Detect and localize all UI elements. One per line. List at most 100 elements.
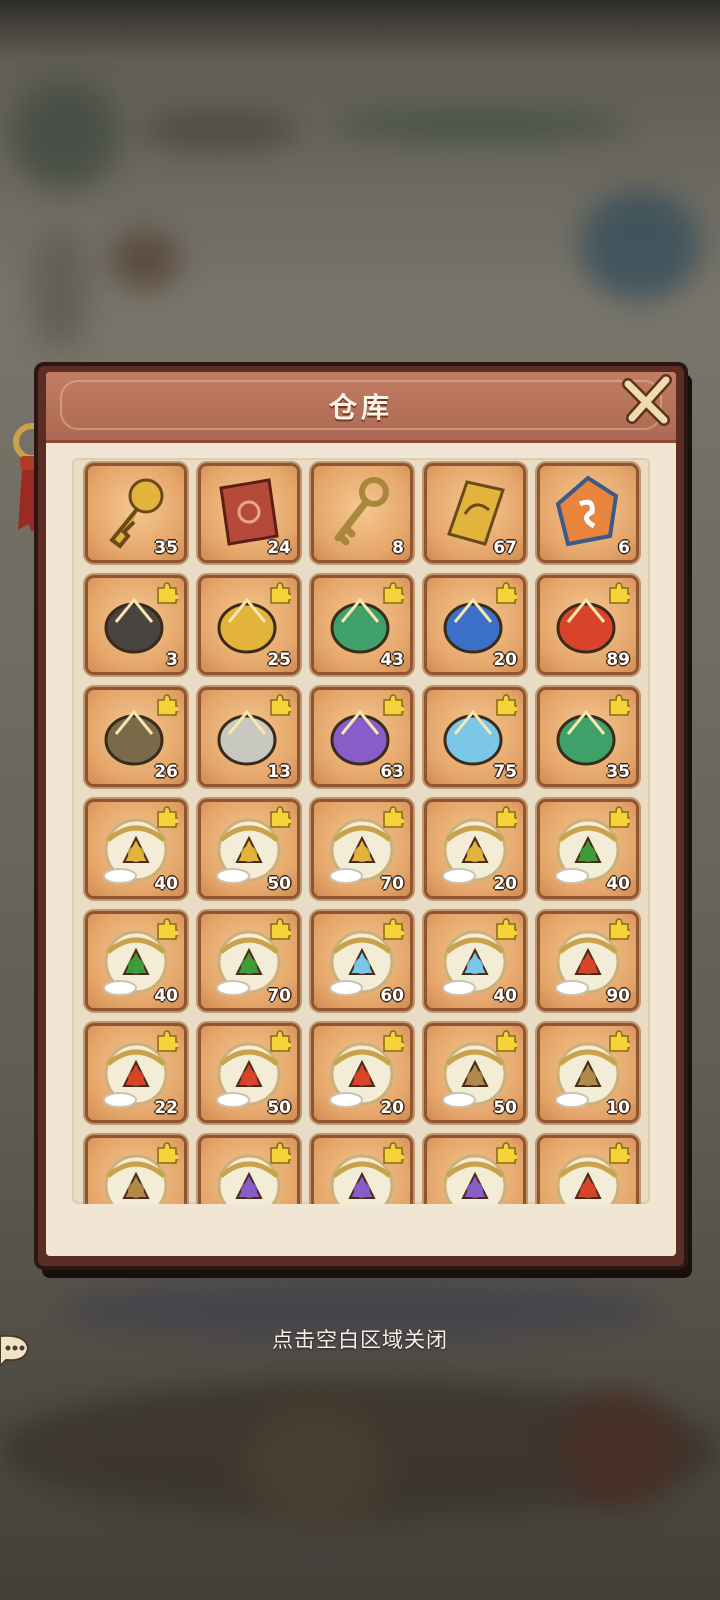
item-slot[interactable]: 25 — [201, 578, 297, 672]
item-slot[interactable]: 60 — [314, 914, 410, 1008]
warehouse-panel: 仓库 35 24 8 67 6 3 25 43 20 89 26 13 63 75 35 40 50 70 20 40… — [38, 366, 684, 1266]
puzzle-piece-icon — [157, 582, 178, 604]
puzzle-piece-icon — [383, 806, 404, 828]
item-count: 50 — [267, 1098, 291, 1118]
item-slot[interactable]: 63 — [314, 690, 410, 784]
item-slot[interactable]: 26 — [88, 690, 184, 784]
puzzle-piece-icon — [157, 694, 178, 716]
item-slot[interactable]: 40 — [88, 802, 184, 896]
item-slot[interactable]: 90 — [540, 914, 636, 1008]
item-slot[interactable]: 67 — [427, 466, 523, 560]
item-grid-viewport[interactable]: 35 24 8 67 6 3 25 43 20 89 26 13 63 75 35 40 50 70 20 40 40 7… — [72, 458, 650, 1204]
item-count: 70 — [380, 874, 404, 894]
item-slot[interactable]: 89 — [540, 578, 636, 672]
item-slot[interactable]: 40 — [88, 914, 184, 1008]
item-count: 10 — [606, 1098, 630, 1118]
rainbow-gem-icon — [555, 475, 619, 547]
item-slot[interactable]: 24 — [201, 466, 297, 560]
puzzle-piece-icon — [270, 1142, 291, 1164]
item-slot[interactable]: 35 — [88, 466, 184, 560]
item-slot[interactable]: 8 — [314, 466, 410, 560]
panel-title: 仓库 — [328, 391, 393, 424]
puzzle-piece-icon — [496, 1030, 517, 1052]
item-count: 40 — [154, 874, 178, 894]
panel-body: 仓库 35 24 8 67 6 3 25 43 20 89 26 13 63 75 35 40 50 70 20 40… — [46, 372, 676, 1256]
item-slot[interactable]: 3 — [88, 578, 184, 672]
item-count: 13 — [267, 762, 291, 782]
item-slot[interactable]: 13 — [201, 690, 297, 784]
item-slot[interactable]: 70 — [201, 914, 297, 1008]
puzzle-piece-icon — [609, 806, 630, 828]
puzzle-piece-icon — [496, 1142, 517, 1164]
item-slot[interactable]: 22 — [88, 1026, 184, 1120]
puzzle-piece-icon — [609, 918, 630, 940]
item-count: 20 — [493, 650, 517, 670]
item-count: 8 — [392, 538, 404, 558]
chat-bubble-icon[interactable] — [0, 1332, 30, 1368]
item-count: 35 — [606, 762, 630, 782]
puzzle-piece-icon — [609, 582, 630, 604]
puzzle-piece-icon — [270, 582, 291, 604]
item-count: 43 — [380, 650, 404, 670]
item-count: 35 — [154, 538, 178, 558]
puzzle-piece-icon — [496, 694, 517, 716]
item-slot[interactable] — [201, 1138, 297, 1204]
item-count: 26 — [154, 762, 178, 782]
puzzle-piece-icon — [496, 582, 517, 604]
puzzle-piece-icon — [383, 918, 404, 940]
item-slot[interactable] — [88, 1138, 184, 1204]
item-count: 24 — [267, 538, 291, 558]
item-count: 63 — [380, 762, 404, 782]
close-hint-text: 点击空白区域关闭 — [272, 1328, 448, 1352]
item-count: 40 — [493, 986, 517, 1006]
puzzle-piece-icon — [157, 806, 178, 828]
puzzle-piece-icon — [383, 582, 404, 604]
panel-header: 仓库 — [46, 372, 676, 443]
item-slot[interactable]: 20 — [314, 1026, 410, 1120]
item-slot[interactable]: 75 — [427, 690, 523, 784]
item-slot[interactable] — [314, 1138, 410, 1204]
item-slot[interactable]: 40 — [540, 802, 636, 896]
puzzle-piece-icon — [496, 806, 517, 828]
item-count: 20 — [380, 1098, 404, 1118]
item-slot[interactable]: 43 — [314, 578, 410, 672]
item-slot[interactable]: 20 — [427, 578, 523, 672]
item-count: 3 — [166, 650, 178, 670]
puzzle-piece-icon — [157, 1142, 178, 1164]
item-slot[interactable]: 50 — [201, 1026, 297, 1120]
item-count: 40 — [606, 874, 630, 894]
item-slot[interactable]: 40 — [427, 914, 523, 1008]
puzzle-piece-icon — [496, 918, 517, 940]
item-slot[interactable]: 50 — [201, 802, 297, 896]
item-slot[interactable]: 70 — [314, 802, 410, 896]
item-count: 60 — [380, 986, 404, 1006]
item-slot[interactable]: 50 — [427, 1026, 523, 1120]
item-count: 67 — [493, 538, 517, 558]
item-slot[interactable]: 20 — [427, 802, 523, 896]
item-slot[interactable]: 35 — [540, 690, 636, 784]
item-grid: 35 24 8 67 6 3 25 43 20 89 26 13 63 75 35 40 50 70 20 40 40 7… — [88, 466, 636, 1204]
puzzle-piece-icon — [270, 918, 291, 940]
puzzle-piece-icon — [383, 694, 404, 716]
puzzle-piece-icon — [270, 1030, 291, 1052]
item-count: 75 — [493, 762, 517, 782]
puzzle-piece-icon — [609, 1030, 630, 1052]
puzzle-piece-icon — [157, 918, 178, 940]
puzzle-piece-icon — [609, 694, 630, 716]
item-count: 90 — [606, 986, 630, 1006]
bronze-key-icon — [334, 477, 389, 546]
item-count: 20 — [493, 874, 517, 894]
item-count: 22 — [154, 1098, 178, 1118]
item-count: 89 — [606, 650, 630, 670]
item-slot[interactable]: 10 — [540, 1026, 636, 1120]
item-slot[interactable]: 6 — [540, 466, 636, 560]
puzzle-piece-icon — [609, 1142, 630, 1164]
item-count: 40 — [154, 986, 178, 1006]
puzzle-piece-icon — [383, 1142, 404, 1164]
puzzle-piece-icon — [383, 1030, 404, 1052]
item-slot[interactable] — [427, 1138, 523, 1204]
item-count: 50 — [267, 874, 291, 894]
item-count: 25 — [267, 650, 291, 670]
close-icon[interactable] — [620, 372, 676, 428]
item-slot[interactable] — [540, 1138, 636, 1204]
